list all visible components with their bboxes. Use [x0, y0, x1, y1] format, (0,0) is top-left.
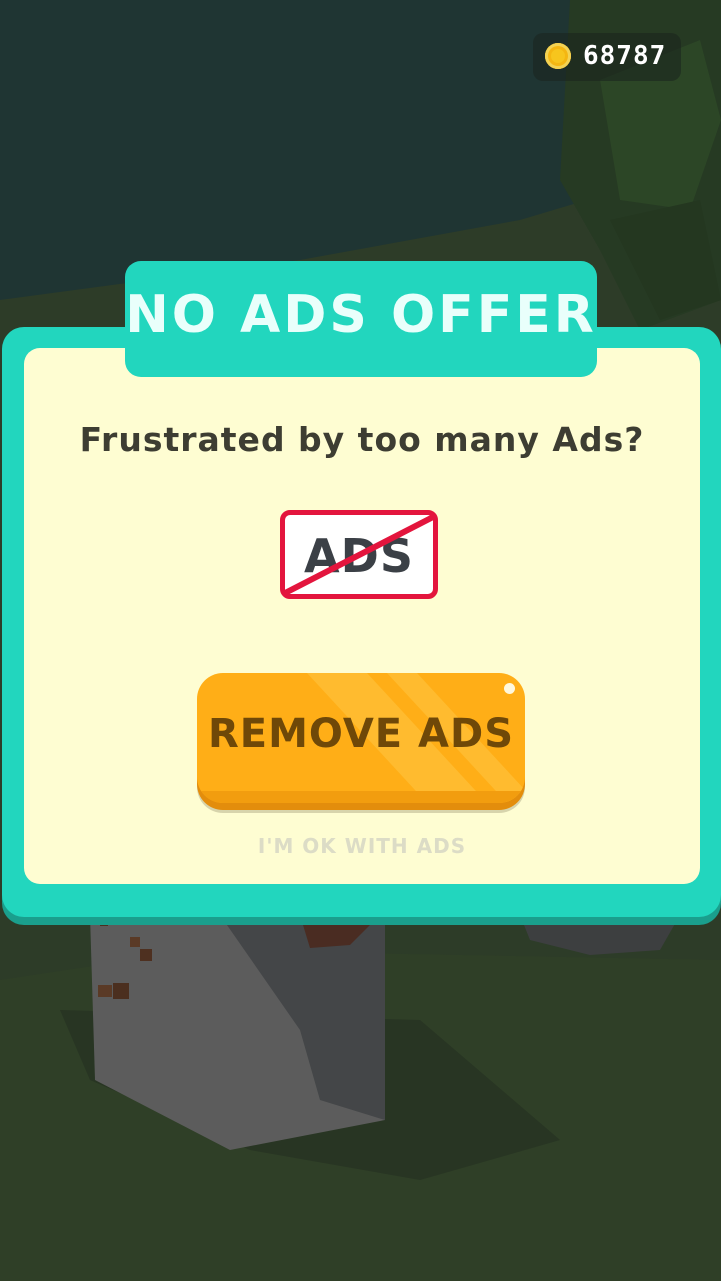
no-ads-badge: ADS [280, 510, 438, 599]
coin-counter: 68787 [533, 33, 681, 81]
strike-through-icon [285, 515, 433, 594]
dialog-title: NO ADS OFFER [125, 285, 597, 345]
game-screen: 68787 NO ADS OFFER Frustrated by too man… [0, 0, 721, 1281]
remove-ads-label: REMOVE ADS [207, 711, 515, 757]
decline-ads-link[interactable]: I'M OK WITH ADS [24, 834, 700, 858]
dialog-question: Frustrated by too many Ads? [79, 420, 645, 459]
coin-icon [545, 43, 571, 69]
coin-count: 68787 [583, 41, 667, 71]
button-shine-dot [504, 683, 515, 694]
remove-ads-button[interactable]: REMOVE ADS [197, 673, 525, 803]
